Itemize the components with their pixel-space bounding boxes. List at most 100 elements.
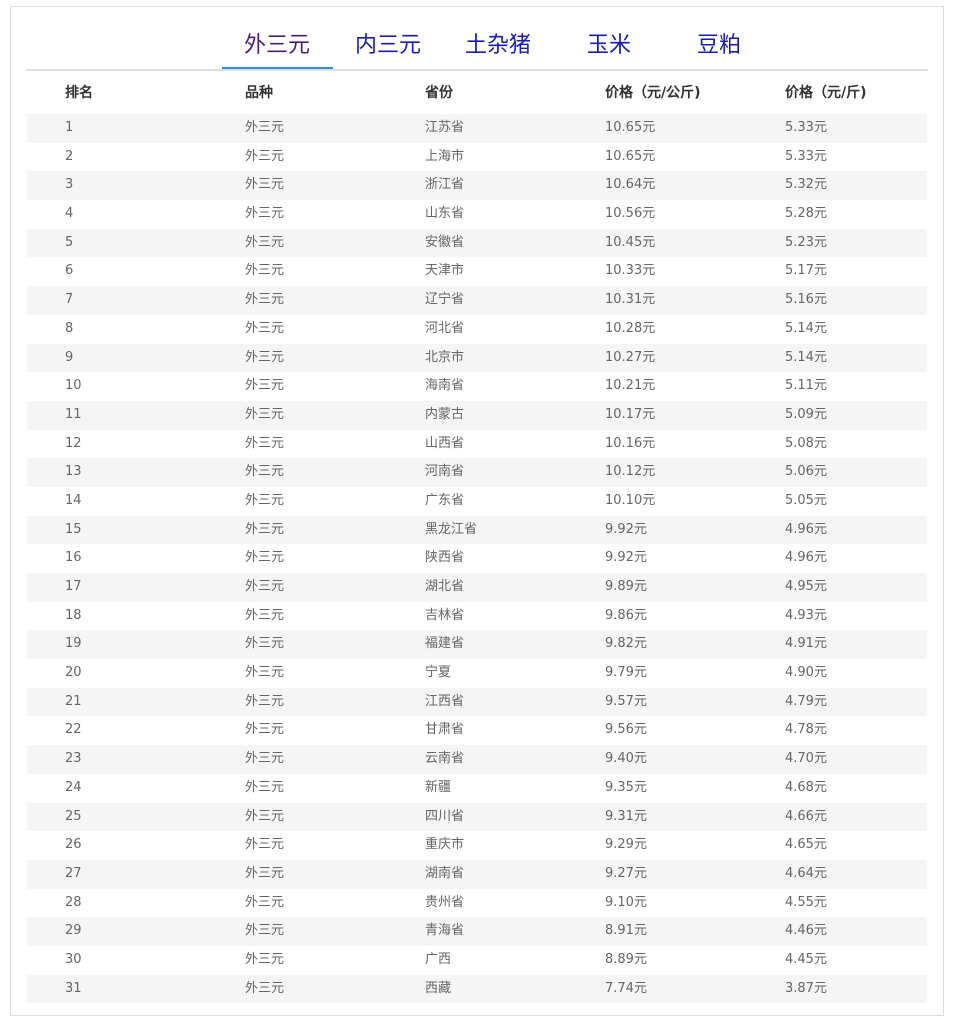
variety-cell: 外三元: [245, 177, 285, 193]
variety-cell: 外三元: [245, 435, 285, 451]
tab-nei-san-yuan[interactable]: 内三元: [349, 29, 427, 69]
price-jin-cell: 5.23元: [785, 234, 827, 250]
rank-cell: 18: [65, 607, 82, 623]
variety-cell: 外三元: [245, 349, 285, 365]
province-cell: 山西省: [425, 435, 465, 451]
table-row: 4 外三元 山东省 10.56元 5.28元: [27, 200, 927, 229]
province-cell: 广东省: [425, 492, 465, 508]
variety-cell: 外三元: [245, 320, 285, 336]
table-row: 15 外三元 黑龙江省 9.92元 4.96元: [27, 515, 927, 545]
rank-cell: 15: [65, 521, 82, 537]
price-jin-cell: 5.17元: [785, 263, 827, 279]
province-cell: 重庆市: [425, 837, 465, 853]
header-price-per-jin: 价格（元/斤): [785, 85, 867, 101]
table-row: 7 外三元 辽宁省 10.31元 5.16元: [27, 286, 927, 315]
rank-cell: 4: [65, 206, 74, 222]
table-row: 11 外三元 内蒙古 10.17元 5.09元: [27, 400, 927, 430]
variety-cell: 外三元: [245, 521, 285, 537]
variety-cell: 外三元: [245, 148, 285, 164]
price-kg-cell: 9.56元: [605, 722, 647, 738]
province-cell: 天津市: [425, 263, 465, 279]
rank-cell: 3: [65, 177, 74, 193]
price-jin-cell: 4.79元: [785, 693, 827, 709]
province-cell: 安徽省: [425, 234, 465, 250]
price-jin-cell: 4.65元: [785, 837, 827, 853]
province-cell: 青海省: [425, 923, 465, 939]
price-kg-cell: 9.10元: [605, 894, 647, 910]
variety-cell: 外三元: [245, 550, 285, 566]
province-cell: 陕西省: [425, 550, 465, 566]
table-row: 13 外三元 河南省 10.12元 5.06元: [27, 458, 927, 487]
table-row: 5 外三元 安徽省 10.45元 5.23元: [27, 228, 927, 258]
rank-cell: 31: [65, 980, 82, 996]
rank-cell: 12: [65, 435, 82, 451]
price-jin-cell: 3.87元: [785, 980, 827, 996]
variety-cell: 外三元: [245, 837, 285, 853]
rank-cell: 5: [65, 234, 74, 250]
price-jin-cell: 4.66元: [785, 808, 827, 824]
price-jin-cell: 5.09元: [785, 406, 827, 422]
price-jin-cell: 5.05元: [785, 492, 827, 508]
table-row: 3 外三元 浙江省 10.64元 5.32元: [27, 171, 927, 201]
province-cell: 辽宁省: [425, 292, 465, 308]
tab-dou-po[interactable]: 豆粕: [689, 29, 749, 69]
province-cell: 河北省: [425, 320, 465, 336]
tab-wai-san-yuan[interactable]: 外三元: [238, 29, 316, 69]
rank-cell: 30: [65, 951, 82, 967]
rank-cell: 16: [65, 550, 82, 566]
variety-cell: 外三元: [245, 234, 285, 250]
price-jin-cell: 4.78元: [785, 722, 827, 738]
table-row: 22 外三元 甘肃省 9.56元 4.78元: [27, 716, 927, 745]
province-cell: 海南省: [425, 378, 465, 394]
variety-cell: 外三元: [245, 722, 285, 738]
price-jin-cell: 5.32元: [785, 177, 827, 193]
province-cell: 江苏省: [425, 120, 465, 135]
variety-cell: 外三元: [245, 120, 285, 135]
price-jin-cell: 4.91元: [785, 636, 827, 652]
province-cell: 西藏: [425, 980, 452, 996]
price-kg-cell: 9.29元: [605, 837, 647, 853]
province-cell: 四川省: [425, 808, 465, 824]
rank-cell: 13: [65, 464, 82, 480]
table-row: 21 外三元 江西省 9.57元 4.79元: [27, 687, 927, 717]
tab-yu-mi[interactable]: 玉米: [579, 29, 639, 69]
variety-cell: 外三元: [245, 923, 285, 939]
variety-cell: 外三元: [245, 378, 285, 394]
rank-cell: 25: [65, 808, 82, 824]
province-cell: 吉林省: [425, 607, 465, 623]
rank-cell: 9: [65, 349, 74, 365]
province-cell: 云南省: [425, 751, 465, 767]
rank-cell: 11: [65, 406, 82, 422]
province-cell: 上海市: [425, 148, 465, 164]
variety-cell: 外三元: [245, 607, 285, 623]
table-row: 31 外三元 西藏 7.74元 3.87元: [27, 974, 927, 1004]
variety-cell: 外三元: [245, 808, 285, 824]
province-cell: 北京市: [425, 349, 465, 365]
price-kg-cell: 10.65元: [605, 120, 656, 135]
table-row: 10 外三元 海南省 10.21元 5.11元: [27, 372, 927, 401]
price-kg-cell: 10.64元: [605, 177, 656, 193]
table-row: 29 外三元 青海省 8.91元 4.46元: [27, 917, 927, 946]
province-cell: 河南省: [425, 464, 465, 480]
price-jin-cell: 4.96元: [785, 550, 827, 566]
table-row: 30 外三元 广西 8.89元 4.45元: [27, 946, 927, 975]
variety-cell: 外三元: [245, 406, 285, 422]
province-cell: 贵州省: [425, 894, 465, 910]
table-row: 1 外三元 江苏省 10.65元 5.33元: [27, 114, 927, 143]
price-jin-cell: 5.08元: [785, 435, 827, 451]
header-rank: 排名: [65, 85, 93, 101]
header-price-per-kg: 价格（元/公斤): [605, 85, 701, 101]
price-jin-cell: 4.64元: [785, 865, 827, 881]
rank-cell: 22: [65, 722, 82, 738]
price-kg-cell: 10.21元: [605, 378, 656, 394]
rank-cell: 21: [65, 693, 82, 709]
tab-tu-za-zhu[interactable]: 土杂猪: [459, 29, 537, 69]
price-jin-cell: 4.90元: [785, 665, 827, 681]
price-kg-cell: 8.91元: [605, 923, 647, 939]
table-row: 18 外三元 吉林省 9.86元 4.93元: [27, 602, 927, 631]
table-row: 19 外三元 福建省 9.82元 4.91元: [27, 630, 927, 660]
price-jin-cell: 5.06元: [785, 464, 827, 480]
table-row: 2 外三元 上海市 10.65元 5.33元: [27, 143, 927, 172]
rank-cell: 28: [65, 894, 82, 910]
rank-cell: 23: [65, 751, 82, 767]
